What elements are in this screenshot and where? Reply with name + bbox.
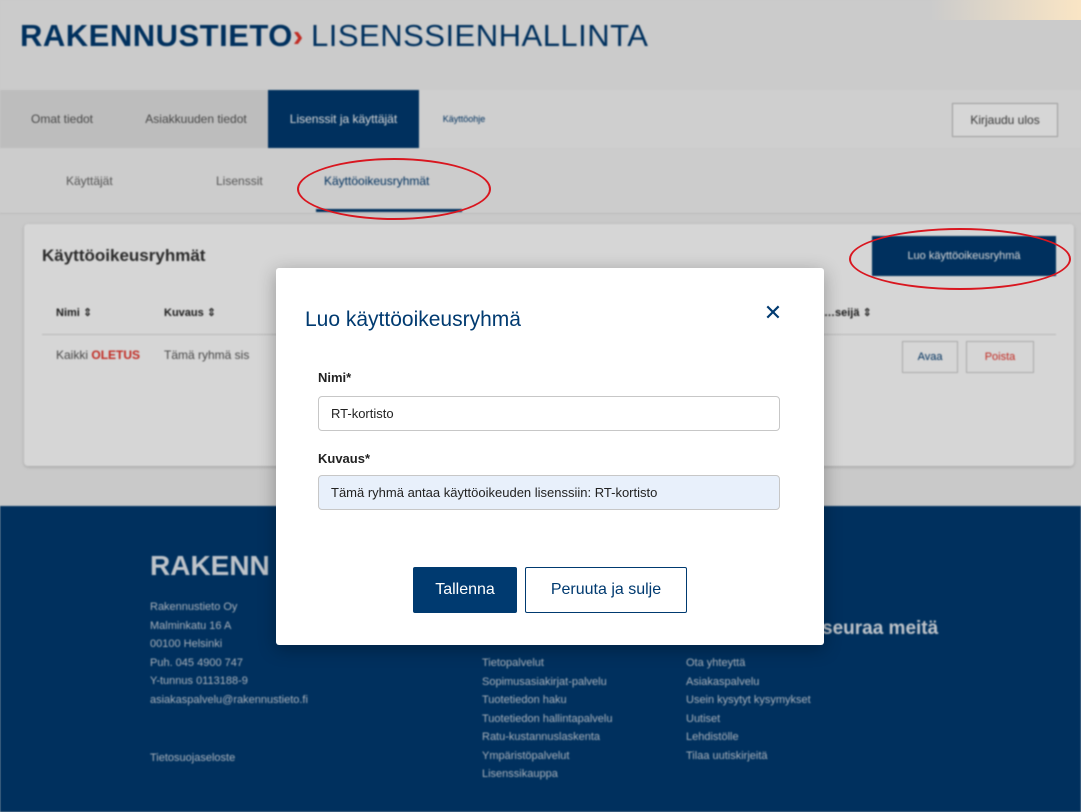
- name-label: Nimi*: [318, 370, 352, 385]
- modal-title: Luo käyttöoikeusryhmä: [305, 308, 521, 331]
- name-input[interactable]: [318, 396, 780, 431]
- annotation-oval-subtab: [297, 158, 491, 220]
- description-input[interactable]: [318, 475, 780, 510]
- create-group-modal: Luo käyttöoikeusryhmä ✕ Nimi* Kuvaus* Ta…: [276, 268, 824, 645]
- cancel-button[interactable]: Peruuta ja sulje: [525, 567, 687, 613]
- description-label: Kuvaus*: [318, 451, 371, 466]
- corner-decoration: [930, 0, 1081, 20]
- annotation-oval-create-button: [849, 228, 1071, 290]
- save-button[interactable]: Tallenna: [413, 567, 517, 613]
- close-icon[interactable]: ✕: [759, 298, 787, 328]
